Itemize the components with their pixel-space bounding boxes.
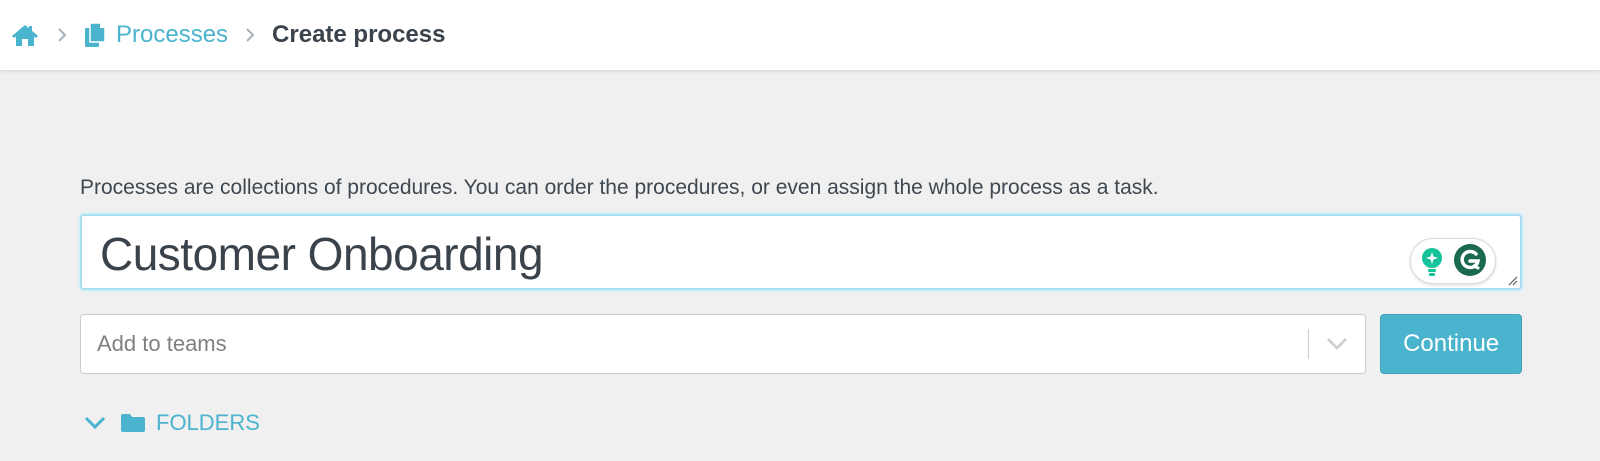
- teams-select-placeholder: Add to teams: [97, 331, 227, 356]
- breadcrumb-current: Create process: [272, 21, 446, 48]
- documents-icon: [84, 22, 106, 48]
- chevron-down-icon[interactable]: [1309, 315, 1365, 373]
- teams-select[interactable]: Add to teams: [80, 314, 1367, 374]
- process-title-input[interactable]: Customer Onboarding: [80, 214, 1522, 290]
- folders-label: FOLDERS: [156, 410, 260, 435]
- home-icon[interactable]: [10, 20, 40, 50]
- breadcrumb-processes-link[interactable]: Processes: [84, 21, 228, 49]
- form-description: Processes are collections of procedures.…: [80, 176, 1159, 199]
- chevron-right-icon: [40, 28, 84, 42]
- continue-button[interactable]: Continue: [1380, 314, 1522, 374]
- folder-icon: [120, 413, 146, 433]
- lightbulb-icon[interactable]: [1420, 233, 1444, 289]
- resize-handle-icon[interactable]: [1506, 274, 1518, 286]
- folders-toggle[interactable]: FOLDERS: [80, 410, 1522, 436]
- grammarly-widget[interactable]: [1410, 238, 1496, 284]
- breadcrumb-processes-label: Processes: [116, 21, 229, 48]
- chevron-right-icon: [228, 28, 272, 42]
- process-title-value: Customer Onboarding: [100, 228, 544, 280]
- grammarly-icon[interactable]: [1453, 233, 1487, 289]
- top-bar: Processes Create process: [0, 0, 1600, 70]
- create-process-form: Processes are collections of procedures.…: [80, 174, 1522, 436]
- chevron-down-icon: [84, 416, 106, 430]
